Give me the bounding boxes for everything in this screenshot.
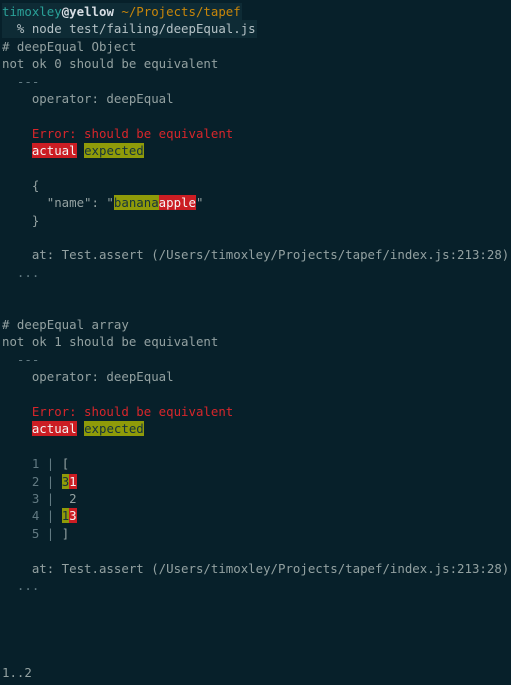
test-header-0: # deepEqual Object <box>2 38 137 54</box>
terminal-window[interactable]: timoxley@yellow ~/Projects/tapef % node … <box>0 0 511 685</box>
legend-actual-0: actual <box>31 143 77 159</box>
test-header-1: # deepEqual array <box>2 317 129 333</box>
legend-gap <box>77 143 84 158</box>
object-value-added: banana <box>113 195 159 211</box>
error-line-0: Error: should be equivalent <box>2 125 234 141</box>
operator-line-0: operator: deepEqual <box>2 90 174 106</box>
array-removed: 1 <box>69 473 77 489</box>
at-line-1: at: Test.assert (/Users/timoxley/Project… <box>2 560 510 576</box>
prompt-band: timoxley@yellow ~/Projects/tapef <box>2 3 242 21</box>
yaml-start-0: --- <box>2 73 40 89</box>
array-diff-row: 1 | [ <box>0 455 511 472</box>
array-diff-row: 5 | ] <box>0 525 511 542</box>
at-line-0: at: Test.assert (/Users/timoxley/Project… <box>2 247 510 263</box>
yaml-start-1: --- <box>2 351 40 367</box>
diff-legend-0: actual expected <box>0 142 511 159</box>
command-text: node test/failing/deepEqual.js <box>31 21 256 37</box>
array-lineno: 1 | <box>2 456 62 472</box>
object-open-brace: { <box>2 177 40 193</box>
legend-indent <box>2 143 32 158</box>
array-diff-row: 4 | 13 <box>0 507 511 524</box>
legend-indent <box>2 421 32 436</box>
yaml-end-1: ... <box>2 577 40 593</box>
summary-tests: # tests 2 <box>0 681 511 685</box>
object-close-brace: } <box>2 212 40 228</box>
array-removed: 3 <box>69 508 77 524</box>
object-value-removed: apple <box>158 195 196 211</box>
shell-command-line: % node test/failing/deepEqual.js <box>0 20 511 38</box>
prompt-user: timoxley <box>2 4 62 19</box>
yaml-end-0: ... <box>2 264 40 280</box>
array-lineno: 4 | <box>2 508 62 524</box>
command-band: % node test/failing/deepEqual.js <box>2 20 257 38</box>
prompt-host: @yellow <box>61 4 114 19</box>
array-diff-row: 2 | 31 <box>0 473 511 490</box>
legend-actual-1: actual <box>31 421 77 437</box>
object-key-suffix: " <box>195 195 204 211</box>
array-plain: ] <box>61 525 70 541</box>
legend-expected-0: expected <box>84 143 144 159</box>
diff-legend-1: actual expected <box>0 420 511 437</box>
array-lineno: 5 | <box>2 525 62 541</box>
legend-gap <box>77 421 84 436</box>
error-line-1: Error: should be equivalent <box>2 403 234 419</box>
object-key-prefix: "name": " <box>2 195 114 211</box>
array-plain: [ <box>61 456 70 472</box>
array-plain: 2 <box>61 490 77 506</box>
array-diff-row: 3 | 2 <box>0 490 511 507</box>
test-result-1: not ok 1 should be equivalent <box>2 334 219 350</box>
legend-expected-1: expected <box>84 421 144 437</box>
shell-prompt-line: timoxley@yellow ~/Projects/tapef <box>0 3 511 21</box>
test-result-0: not ok 0 should be equivalent <box>2 56 219 72</box>
summary-plan: 1..2 <box>2 664 32 680</box>
command-prefix: % <box>2 21 32 37</box>
array-lineno: 3 | <box>2 490 62 506</box>
array-lineno: 2 | <box>2 473 62 489</box>
prompt-cwd: ~/Projects/tapef <box>121 4 241 19</box>
object-diff-row: "name": "bananaapple" <box>0 194 511 211</box>
operator-line-1: operator: deepEqual <box>2 369 174 385</box>
